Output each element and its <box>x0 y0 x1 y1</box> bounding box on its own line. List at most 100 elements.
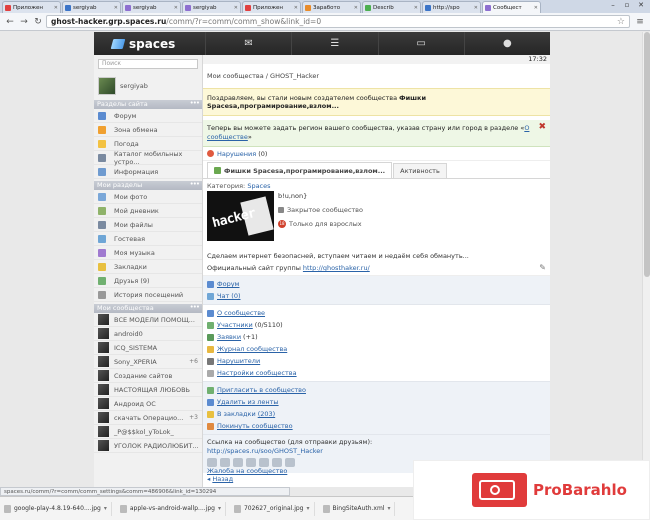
link-label[interactable]: Настройки сообщества <box>217 369 297 377</box>
community-link[interactable]: В закладки (203) <box>207 408 546 420</box>
community-item[interactable]: _P@$$kol_yToLok_ <box>94 425 202 439</box>
browser-tab[interactable]: sergiyab ✕ <box>122 1 181 13</box>
community-link[interactable]: Пригласить в сообщество <box>207 384 546 396</box>
tab-close-icon[interactable]: ✕ <box>534 5 538 11</box>
share-lj-icon[interactable] <box>272 458 282 467</box>
username[interactable]: sergiyab <box>120 82 148 90</box>
link-label[interactable]: Пригласить в сообщество <box>217 386 306 394</box>
complaint-link[interactable]: Жалоба на сообщество <box>207 467 287 475</box>
community-link[interactable]: Настройки сообщества <box>207 367 546 379</box>
forward-icon[interactable]: → <box>18 17 30 27</box>
more-dots-icon[interactable]: ••• <box>190 99 200 108</box>
community-item[interactable]: УГОЛОК РАДИОЛЮБИТ... <box>94 439 202 453</box>
community-link[interactable]: Удалить из ленты <box>207 396 546 408</box>
user-icon[interactable]: ● <box>463 32 550 55</box>
community-link[interactable]: Покинуть сообщество <box>207 420 546 432</box>
back-link[interactable]: Назад <box>212 475 233 483</box>
tab-close-icon[interactable]: ✕ <box>414 5 418 11</box>
share-mail-icon[interactable] <box>259 458 269 467</box>
community-link[interactable]: О сообществе <box>207 307 546 319</box>
sidebar-item[interactable]: Каталог мобильных устро... <box>94 150 202 166</box>
link-label[interactable]: О сообществе <box>217 309 265 317</box>
page-scrollbar[interactable] <box>642 32 650 487</box>
download-item[interactable]: apple-vs-android-wallp....jpg ▾ <box>119 501 226 516</box>
download-item[interactable]: 702627_original.jpg ▾ <box>233 501 315 516</box>
sidebar-item[interactable]: Гостевая <box>94 232 202 246</box>
notepad-icon[interactable]: ▭ <box>377 32 464 55</box>
share-ok-icon[interactable] <box>220 458 230 467</box>
community-item[interactable]: android0 <box>94 327 202 341</box>
browser-menu-icon[interactable]: ≡ <box>634 17 646 27</box>
community-link[interactable]: Журнал сообщества <box>207 343 546 355</box>
browser-tab[interactable]: Приложен ✕ <box>2 1 61 13</box>
back-icon[interactable]: ← <box>4 17 16 27</box>
share-fb-icon[interactable] <box>233 458 243 467</box>
community-item[interactable]: Создание сайтов <box>94 369 202 383</box>
sidebar-item[interactable]: Друзья (9) <box>94 274 202 288</box>
link-label[interactable]: Нарушители <box>217 357 260 365</box>
community-item[interactable]: Sony_XPERIA +6 <box>94 355 202 369</box>
browser-tab[interactable]: sergiyab ✕ <box>182 1 241 13</box>
minimize-icon[interactable]: – <box>606 1 620 10</box>
tab-close-icon[interactable]: ✕ <box>354 5 358 11</box>
sidebar-item[interactable]: Мои фото <box>94 190 202 204</box>
link-label[interactable]: Чат (0) <box>217 292 241 300</box>
avatar[interactable] <box>98 77 116 95</box>
spaces-logo[interactable]: spaces <box>94 32 205 55</box>
more-dots-icon[interactable]: ••• <box>190 180 200 189</box>
close-notice-icon[interactable]: ✖ <box>538 123 546 132</box>
link-label[interactable]: Удалить из ленты <box>217 398 279 406</box>
official-site-link[interactable]: http://ghosthaker.ru/ <box>303 264 370 272</box>
link-label[interactable]: Участники <box>217 321 253 329</box>
tab-close-icon[interactable]: ✕ <box>114 5 118 11</box>
share-gp-icon[interactable] <box>285 458 295 467</box>
community-link[interactable]: Нарушители <box>207 355 546 367</box>
share-vk-icon[interactable] <box>207 458 217 467</box>
share-tw-icon[interactable] <box>246 458 256 467</box>
tab-close-icon[interactable]: ✕ <box>234 5 238 11</box>
link-label[interactable]: В закладки <box>217 410 256 418</box>
close-window-icon[interactable]: ✕ <box>634 1 648 10</box>
user-profile-row[interactable]: sergiyab <box>94 74 202 98</box>
search-input[interactable]: Поиск <box>98 59 198 69</box>
community-item[interactable]: ВСЕ МОДЕЛИ ПОМОЩ... <box>94 313 202 327</box>
sidebar-item[interactable]: Мой дневник <box>94 204 202 218</box>
edit-pencil-icon[interactable]: ✎ <box>539 262 546 274</box>
url-field[interactable]: ghost-hacker.grp.spaces.ru/comm/?r=comm/… <box>46 15 630 28</box>
bookmark-star-icon[interactable]: ☆ <box>617 17 625 27</box>
tab-activity[interactable]: Активность <box>393 163 447 178</box>
browser-tab[interactable]: http://spo ✕ <box>422 1 481 13</box>
community-link[interactable]: Форум <box>207 278 546 290</box>
more-dots-icon[interactable]: ••• <box>190 303 200 312</box>
link-count[interactable]: (203) <box>258 410 275 418</box>
chevron-down-icon[interactable]: ▾ <box>104 505 107 512</box>
tab-close-icon[interactable]: ✕ <box>474 5 478 11</box>
community-item[interactable]: Андроид ОС <box>94 397 202 411</box>
browser-tab[interactable]: sergiyab ✕ <box>62 1 121 13</box>
feed-icon[interactable]: ☰ <box>291 32 377 55</box>
violations-row[interactable]: Нарушения (0) <box>203 147 550 161</box>
browser-tab[interactable]: Сообщест ✕ <box>482 1 541 13</box>
mail-icon[interactable]: ✉ <box>205 32 291 55</box>
scrollbar-thumb[interactable] <box>644 32 650 277</box>
sidebar-item[interactable]: Форум <box>94 109 202 123</box>
sidebar-item[interactable]: Зона обмена <box>94 123 202 137</box>
community-link[interactable]: Заявки (+1) <box>207 331 546 343</box>
sidebar-item[interactable]: Мои файлы <box>94 218 202 232</box>
link-label[interactable]: Форум <box>217 280 239 288</box>
sidebar-item[interactable]: Информация <box>94 165 202 179</box>
browser-tab[interactable]: Приложен ✕ <box>242 1 301 13</box>
sidebar-item[interactable]: История посещений <box>94 288 202 302</box>
tab-close-icon[interactable]: ✕ <box>174 5 178 11</box>
download-item[interactable]: BingSiteAuth.xml ▾ <box>322 501 396 516</box>
tab-main[interactable]: Фишки Spacesa,програмирование,взлом... <box>207 162 393 178</box>
link-label[interactable]: Заявки <box>217 333 241 341</box>
community-item[interactable]: НАСТОЯЩАЯ ЛЮБОВЬ <box>94 383 202 397</box>
chevron-down-icon[interactable]: ▾ <box>387 505 390 512</box>
download-item[interactable]: google-play-4.8.19-640....jpg ▾ <box>4 501 112 516</box>
sidebar-item[interactable]: Закладки <box>94 260 202 274</box>
reload-icon[interactable]: ↻ <box>32 17 44 27</box>
chevron-down-icon[interactable]: ▾ <box>218 505 221 512</box>
browser-tab[interactable]: Заработо ✕ <box>302 1 361 13</box>
community-avatar-image[interactable]: hacker <box>207 191 274 241</box>
